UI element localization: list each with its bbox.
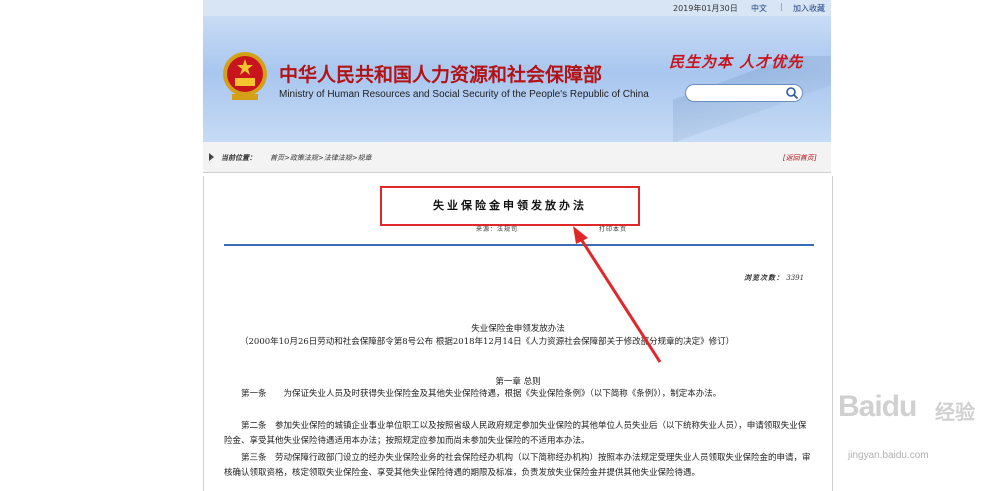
watermark-url: jingyan.baidu.com xyxy=(848,450,929,461)
page-frame: 2019年01月30日 中文 | 加入收藏 中华人民共和国人力资源和社会保障部 … xyxy=(203,0,833,491)
watermark-logo: Baidu xyxy=(838,390,917,423)
breadcrumb-label: 当前位置： xyxy=(221,153,256,162)
search-input[interactable] xyxy=(692,86,782,99)
search-icon[interactable] xyxy=(785,86,799,100)
article-source: 来源：法规司 xyxy=(476,226,519,233)
top-bar: 2019年01月30日 中文 | 加入收藏 xyxy=(203,0,831,16)
body-subtitle: （2000年10月26日劳动和社会保障部令第8号公布 根据2018年12月14日… xyxy=(240,337,735,347)
view-count: 浏览次数： 3391 xyxy=(744,273,804,283)
watermark-word: 经验 xyxy=(935,400,975,424)
site-title-en: Ministry of Human Resources and Social S… xyxy=(279,89,649,100)
article-content: 失业保险金申领发放办法 来源：法规司 打印本页 浏览次数： 3391 失业保险金… xyxy=(203,176,833,491)
site-title-cn: 中华人民共和国人力资源和社会保障部 xyxy=(279,64,603,86)
highlighted-title-box: 失业保险金申领发放办法 xyxy=(380,186,640,226)
view-count-value: 3391 xyxy=(786,274,805,282)
date-text: 2019年01月30日 xyxy=(673,4,738,13)
back-home-link[interactable]: [返回首页] xyxy=(783,153,816,163)
baidu-jingyan-watermark: Baidu 经验 jingyan.baidu.com xyxy=(838,386,1000,466)
header-banner: 中华人民共和国人力资源和社会保障部 Ministry of Human Reso… xyxy=(203,16,831,142)
article-heading: 失业保险金申领发放办法 xyxy=(433,199,587,212)
chapter-heading: 第一章 总则 xyxy=(495,377,541,387)
breadcrumb-path[interactable]: 首页>政策法规>法律法规>规章 xyxy=(270,153,372,163)
topbar-separator: | xyxy=(780,2,783,11)
search-box[interactable] xyxy=(685,84,803,102)
article-paragraph: 第三条 劳动保障行政部门设立的经办失业保险业务的社会保险经办机构（以下简称经办机… xyxy=(224,453,811,478)
article-paragraph: 第二条 参加失业保险的城镇企业事业单位职工以及按照省级人民政府规定参加失业保险的… xyxy=(224,421,807,446)
view-count-label: 浏览次数： xyxy=(744,273,784,282)
language-link[interactable]: 中文 xyxy=(751,3,767,14)
print-page-link[interactable]: 打印本页 xyxy=(599,224,627,233)
site-slogan: 民生为本 人才优先 xyxy=(669,53,804,71)
article-paragraph: 第一条 为保证失业人员及时获得失业保险金及其他失业保险待遇，根据《失业保险条例》… xyxy=(224,389,722,399)
breadcrumb-arrow-icon xyxy=(209,153,214,161)
body-title: 失业保险金申领发放办法 xyxy=(471,324,565,334)
title-divider xyxy=(224,244,814,246)
breadcrumb: 当前位置： 首页>政策法规>法律法规>规章 [返回首页] xyxy=(203,142,831,173)
national-emblem-icon xyxy=(223,52,267,100)
add-favorite-link[interactable]: 加入收藏 xyxy=(793,3,825,14)
